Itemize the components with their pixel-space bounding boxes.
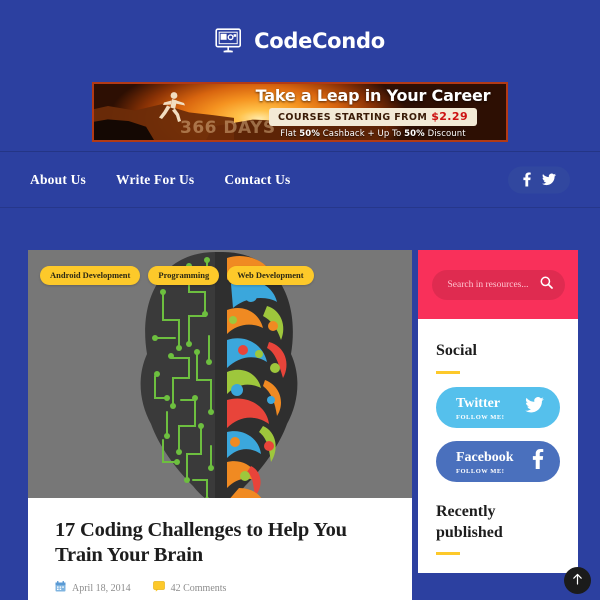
arrow-up-icon [572,572,583,590]
main-nav: About Us Write For Us Contact Us [0,152,600,207]
search-block [418,250,578,319]
banner-offer-prefix: COURSES STARTING FROM [278,111,428,123]
scroll-to-top-button[interactable] [564,567,591,594]
banner-subline-bold2: 50% [404,128,425,139]
sidebar: Social Twitter FOLLOW ME! Facebook FOLLO… [418,250,578,600]
article-card: Android Development Programming Web Deve… [28,250,412,600]
site-logo-text: CodeCondo [254,29,385,53]
facebook-icon[interactable] [522,172,531,187]
search-input[interactable] [447,279,540,290]
recent-widget-heading: Recently published [436,502,503,541]
facebook-button-label: Facebook [456,449,514,465]
banner-subline-bold1: 50% [299,128,320,139]
comment-bubble-icon [152,581,165,595]
calendar-icon [55,581,66,595]
twitter-button-sub: FOLLOW ME! [456,413,505,421]
banner-subline-part1: Flat [280,128,300,139]
article-meta: April 18, 2014 42 Comments [55,581,385,595]
widget-spacer [436,482,560,502]
social-widget-heading: Social [436,342,477,359]
heading-rule-social [436,370,460,374]
heading-rule-recent [436,552,460,556]
banner-ad-wrap: 366 DAYS Take a Leap in Your Career COUR… [0,82,600,142]
featured-image[interactable]: Android Development Programming Web Deve… [28,250,412,498]
banner-subline-part2: Cashback + Up To [319,128,405,139]
banner-ad[interactable]: 366 DAYS Take a Leap in Your Career COUR… [92,82,508,142]
monitor-code-icon [215,27,245,55]
banner-ad-copy: Take a Leap in Your Career COURSES START… [244,84,506,140]
nav-item-contact-us[interactable]: Contact Us [224,172,290,188]
nav-item-about-us[interactable]: About Us [30,172,86,188]
article-date: April 18, 2014 [55,581,131,595]
nav-social-group [508,166,570,193]
facebook-button-sub: FOLLOW ME! [456,467,505,475]
article-title[interactable]: 17 Coding Challenges to Help You Train Y… [55,518,385,568]
article-date-text: April 18, 2014 [72,582,131,594]
nav-item-write-for-us[interactable]: Write For Us [116,172,194,188]
sidebar-widgets: Social Twitter FOLLOW ME! Facebook FOLLO… [418,319,578,574]
article-comments-text: 42 Comments [170,582,227,594]
article-body: 17 Coding Challenges to Help You Train Y… [28,498,412,600]
tag-web-development[interactable]: Web Development [227,266,314,285]
banner-offer-pill: COURSES STARTING FROM $2.29 [269,107,477,126]
twitter-follow-button[interactable]: Twitter FOLLOW ME! [436,386,560,428]
tag-programming[interactable]: Programming [148,266,220,285]
banner-offer-price: $2.29 [431,109,468,123]
main-content: Android Development Programming Web Deve… [0,208,600,600]
search-icon[interactable] [540,276,553,294]
tag-android-development[interactable]: Android Development [40,266,141,285]
facebook-icon [532,448,544,474]
page-root: CodeCondo 366 DAYS Take a Leap in Your C… [0,0,600,600]
twitter-icon[interactable] [541,173,556,186]
nav-links: About Us Write For Us Contact Us [30,172,291,188]
search-field-wrap[interactable] [431,269,565,300]
banner-subline-part3: Discount [424,128,466,139]
category-tags: Android Development Programming Web Deve… [40,266,314,285]
site-logo[interactable]: CodeCondo [215,27,385,55]
twitter-icon [525,396,544,418]
site-header: CodeCondo [0,0,600,82]
banner-subline: Flat 50% Cashback + Up To 50% Discount [280,129,465,139]
article-comments[interactable]: 42 Comments [152,581,227,595]
facebook-follow-button[interactable]: Facebook FOLLOW ME! [436,440,560,482]
twitter-button-label: Twitter [456,395,501,411]
banner-headline: Take a Leap in Your Career [255,85,491,105]
